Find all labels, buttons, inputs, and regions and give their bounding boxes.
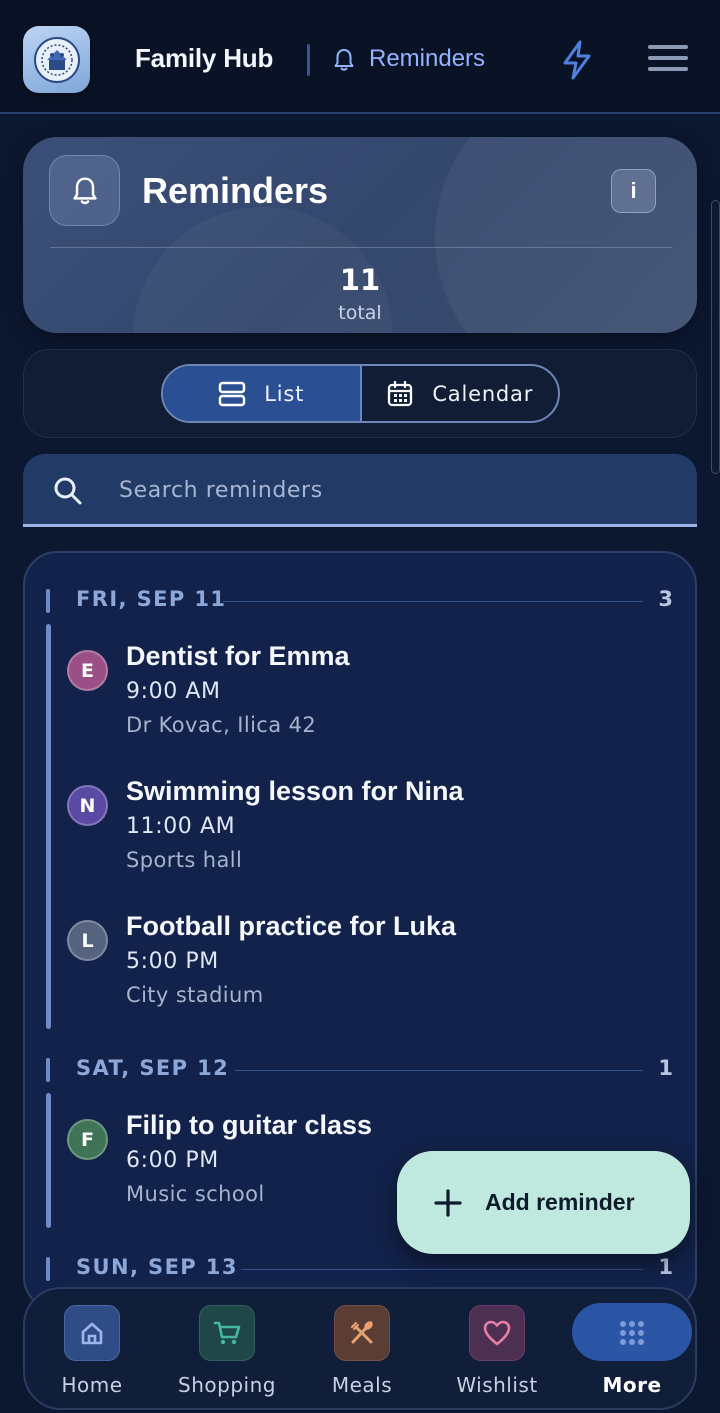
app-logo[interactable] xyxy=(23,26,90,93)
avatar: N xyxy=(67,785,108,826)
nav-wishlist[interactable]: Wishlist xyxy=(430,1303,564,1403)
reminders-badge xyxy=(49,155,120,226)
total-count: 11 xyxy=(339,263,381,297)
avatar: E xyxy=(67,650,108,691)
day-divider xyxy=(235,1070,643,1071)
reminder-location: City stadium xyxy=(126,983,264,1007)
day-count: 1 xyxy=(658,1255,673,1279)
grid-icon xyxy=(604,1305,660,1361)
family-crest-icon xyxy=(33,36,80,83)
breadcrumb-reminders[interactable]: Reminders xyxy=(369,45,485,73)
day-label: SUN, SEP 13 xyxy=(76,1255,238,1279)
calendar-view-label: Calendar xyxy=(432,381,534,406)
day-header: SUN, SEP 13 1 xyxy=(25,1254,695,1284)
reminder-title: Football practice for Luka xyxy=(126,911,457,941)
scrollbar[interactable] xyxy=(711,200,720,474)
top-bar: Family Hub Reminders xyxy=(0,0,720,114)
avatar: L xyxy=(67,920,108,961)
nav-label: Shopping xyxy=(178,1373,276,1397)
reminder-item[interactable]: L Football practice for Luka 5:00 PM Cit… xyxy=(67,911,667,1031)
reminders-header-card: Reminders i 11 total xyxy=(23,137,697,333)
view-toggle: List Calendar xyxy=(161,364,560,423)
info-button[interactable]: i xyxy=(611,169,656,213)
nav-shopping[interactable]: Shopping xyxy=(160,1303,294,1403)
day-marker xyxy=(46,1257,50,1281)
reminder-title: Dentist for Emma xyxy=(126,641,350,671)
bell-icon xyxy=(334,49,354,71)
calendar-icon xyxy=(388,380,413,406)
page-title: Reminders xyxy=(142,170,329,211)
reminder-location: Dr Kovac, Ilica 42 xyxy=(126,713,317,737)
group-bar xyxy=(46,624,51,1029)
day-label: SAT, SEP 12 xyxy=(76,1056,230,1080)
reminder-item[interactable]: N Swimming lesson for Nina 11:00 AM Spor… xyxy=(67,776,667,896)
day-count: 1 xyxy=(658,1056,673,1080)
nav-more[interactable]: More xyxy=(565,1303,699,1403)
nav-home[interactable]: Home xyxy=(25,1303,159,1403)
bottom-navigation: Home Shopping Meals Wishlist More xyxy=(23,1287,697,1410)
add-reminder-button[interactable]: Add reminder xyxy=(397,1151,690,1254)
reminder-item[interactable]: E Dentist for Emma 9:00 AM Dr Kovac, Ili… xyxy=(67,641,667,761)
reminder-location: Sports hall xyxy=(126,848,243,872)
day-label: FRI, SEP 11 xyxy=(76,587,227,611)
divider xyxy=(50,247,672,248)
avatar: F xyxy=(67,1119,108,1160)
reminder-time: 11:00 AM xyxy=(126,814,236,839)
heart-icon xyxy=(469,1305,525,1361)
nav-label: Wishlist xyxy=(456,1373,538,1397)
list-view-button[interactable]: List xyxy=(163,366,362,421)
day-marker xyxy=(46,1058,50,1082)
reminder-title: Filip to guitar class xyxy=(126,1110,373,1140)
menu-line-icon xyxy=(648,56,688,60)
nav-label: Meals xyxy=(331,1373,393,1397)
search-input[interactable] xyxy=(119,468,679,512)
day-header: SAT, SEP 12 1 xyxy=(25,1055,695,1085)
reminders-page: Family Hub Reminders Reminders i 11 tota… xyxy=(0,0,720,1413)
add-reminder-label: Add reminder xyxy=(485,1189,635,1215)
calendar-view-button[interactable]: Calendar xyxy=(362,366,559,421)
reminder-time: 5:00 PM xyxy=(126,949,219,974)
app-title: Family Hub xyxy=(135,43,274,73)
bell-icon xyxy=(72,176,97,204)
day-divider xyxy=(241,1269,643,1270)
reminder-location: Music school xyxy=(126,1182,265,1206)
hamburger-menu-button[interactable] xyxy=(648,45,688,75)
reminder-time: 9:00 AM xyxy=(126,679,221,704)
menu-line-icon xyxy=(648,45,688,49)
menu-line-icon xyxy=(648,67,688,71)
utensils-icon xyxy=(334,1305,390,1361)
day-marker xyxy=(46,589,50,613)
reminder-time: 6:00 PM xyxy=(126,1148,219,1173)
plus-icon xyxy=(434,1188,462,1217)
nav-meals[interactable]: Meals xyxy=(295,1303,429,1403)
day-count: 3 xyxy=(658,587,673,611)
list-view-label: List xyxy=(264,381,305,406)
day-divider xyxy=(223,601,643,602)
nav-label: Home xyxy=(61,1373,123,1397)
home-icon xyxy=(64,1305,120,1361)
cart-icon xyxy=(199,1305,255,1361)
view-toggle-card: List Calendar xyxy=(23,349,697,438)
search-icon xyxy=(54,477,82,505)
title-separator xyxy=(307,44,310,76)
search-bar xyxy=(23,454,697,527)
reminder-title: Swimming lesson for Nina xyxy=(126,776,464,806)
total-label: total xyxy=(338,302,382,324)
bolt-icon[interactable] xyxy=(560,40,594,80)
list-icon xyxy=(219,381,246,406)
day-header: FRI, SEP 11 3 xyxy=(25,586,695,616)
group-bar xyxy=(46,1093,51,1228)
nav-label: More xyxy=(602,1373,662,1397)
